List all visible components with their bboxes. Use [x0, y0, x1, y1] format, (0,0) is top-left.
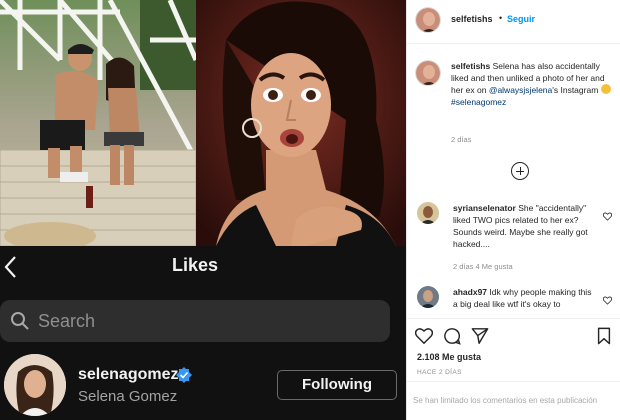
post-header: selfetishs • Seguir: [407, 0, 620, 44]
couple-photo: [0, 0, 196, 246]
comment-text: ahadx97 Idk why people making this a big…: [453, 286, 595, 310]
avatar[interactable]: [415, 7, 441, 33]
comment-like-heart-icon[interactable]: [603, 212, 612, 221]
separator-dot: •: [499, 13, 503, 23]
search-icon: [11, 312, 29, 330]
comments-limited-notice: Se han limitado los comentarios en esta …: [407, 381, 620, 420]
avatar[interactable]: [4, 354, 66, 416]
comment-bubble-icon[interactable]: [443, 327, 461, 345]
comment-like-heart-icon[interactable]: [603, 296, 612, 305]
save-bookmark-icon[interactable]: [595, 327, 613, 345]
likes-count[interactable]: 2.108 Me gusta: [417, 352, 481, 362]
search-bar[interactable]: [0, 300, 390, 342]
caption-mention[interactable]: @alwaysjsjelena: [489, 85, 552, 95]
follow-button[interactable]: Seguir: [507, 14, 535, 24]
avatar[interactable]: [415, 60, 441, 86]
grimace-emoji-icon: [600, 84, 611, 94]
caption-text: selfetishs Selena has also accidentally …: [451, 60, 619, 108]
user-full-name: Selena Gomez: [78, 388, 178, 405]
post-sidebar: selfetishs • Seguir selfetishs Selena ha…: [406, 0, 620, 420]
caption-hashtag[interactable]: #selenagomez: [451, 97, 506, 107]
selena-portrait-photo: [196, 0, 406, 246]
post-author[interactable]: selfetishs: [451, 14, 493, 24]
caption-timestamp: 2 días: [451, 135, 472, 144]
like-heart-icon[interactable]: [415, 327, 433, 345]
likes-screen: Likes selenagomez Selena: [0, 246, 406, 420]
user-handle[interactable]: selenagomez: [78, 366, 178, 384]
verified-badge-icon: [176, 367, 192, 383]
likes-title: Likes: [171, 255, 219, 275]
post-actions: 2.108 Me gusta HACE 2 DÍAS Se han limita…: [407, 318, 620, 420]
following-button[interactable]: Following: [277, 370, 397, 400]
comment-author[interactable]: syrianselenator: [453, 203, 516, 213]
comments-limited-text: Se han limitado los comentarios en esta …: [413, 396, 598, 405]
comment-meta: 2 días 4 Me gusta: [453, 262, 513, 271]
caption-body-end: 's Instagram: [552, 85, 601, 95]
search-input[interactable]: [38, 307, 358, 335]
comment-text: syrianselenator She "accidentally" liked…: [453, 202, 595, 250]
avatar[interactable]: [417, 202, 439, 224]
comment-author[interactable]: ahadx97: [453, 287, 487, 297]
liked-user-row[interactable]: selenagomez Selena Gomez Following: [0, 350, 406, 420]
load-more-comments-plus-icon[interactable]: [511, 162, 529, 180]
caption-author[interactable]: selfetishs: [451, 61, 490, 71]
post-timestamp: HACE 2 DÍAS: [417, 369, 462, 376]
share-send-icon[interactable]: [471, 327, 489, 345]
avatar[interactable]: [417, 286, 439, 308]
screenshot-composite: Likes selenagomez Selena: [0, 0, 406, 420]
